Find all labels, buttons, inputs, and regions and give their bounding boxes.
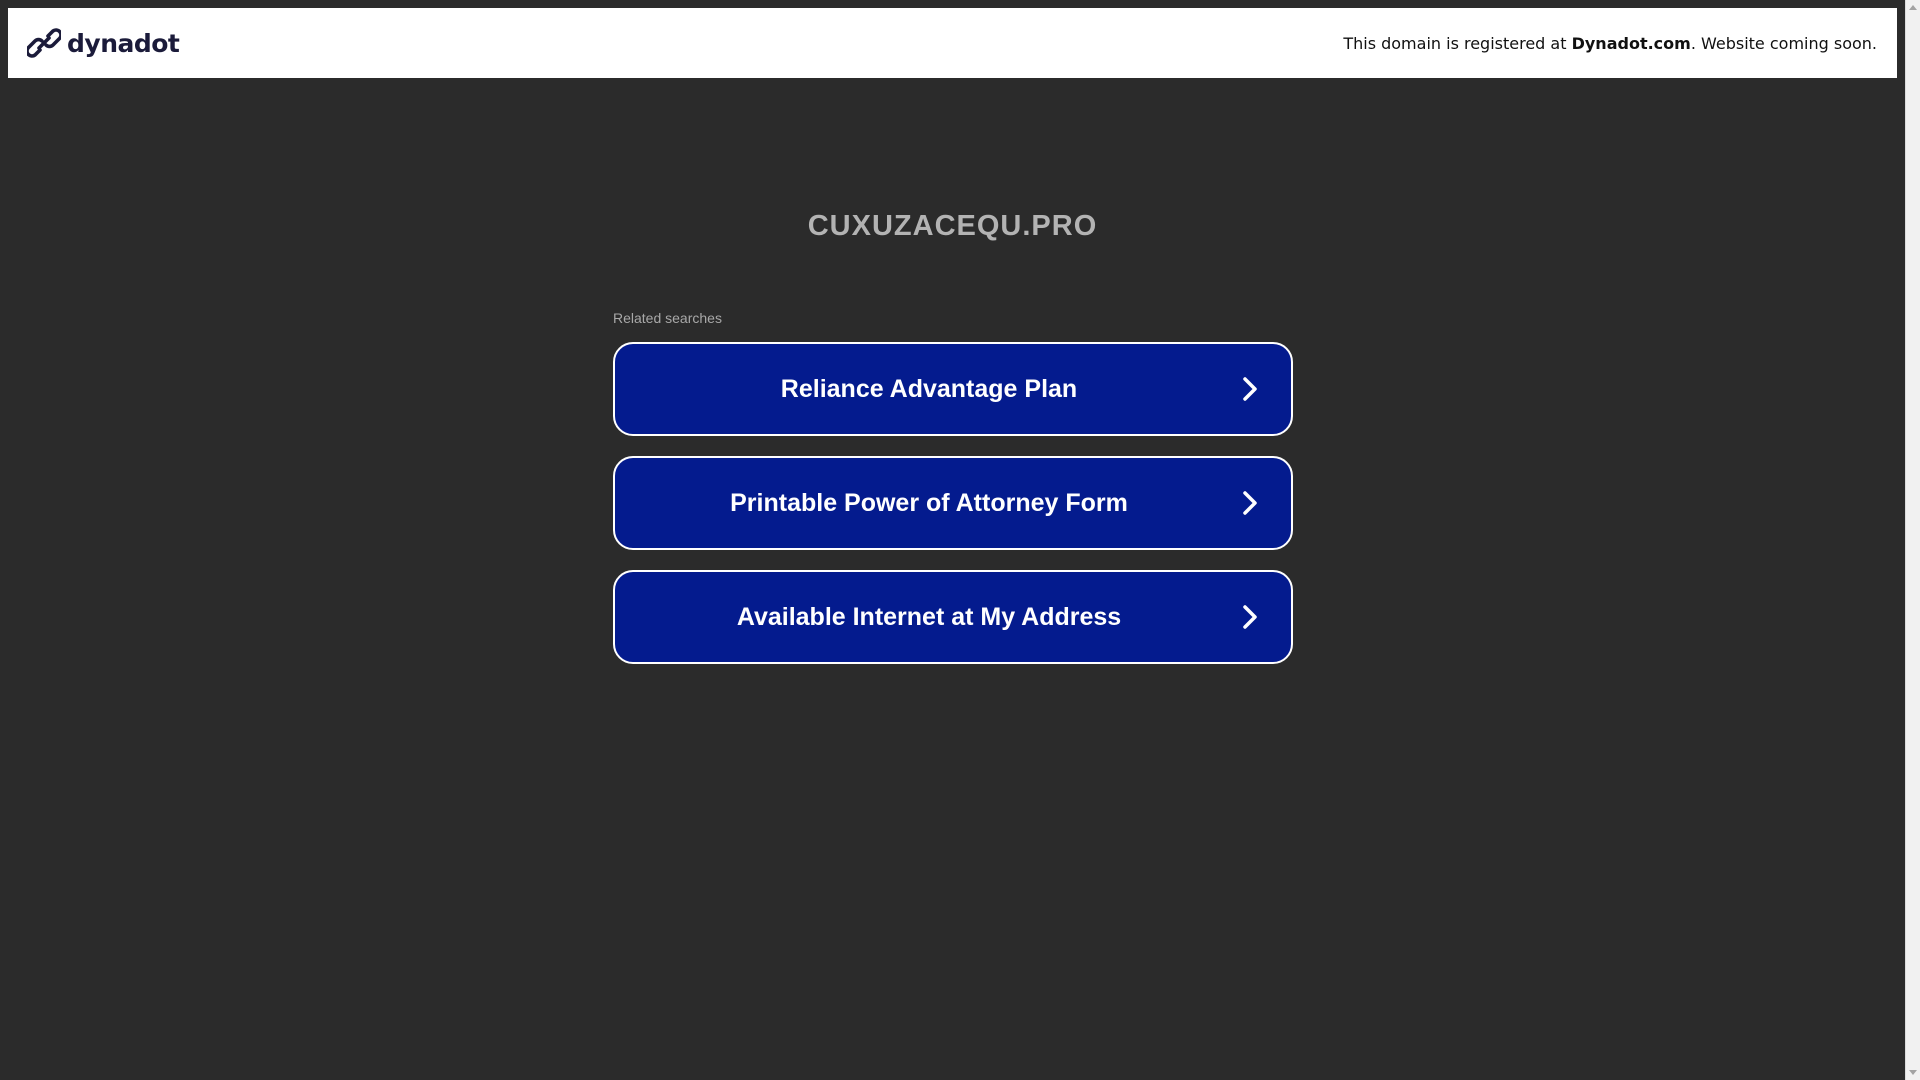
search-link-label: Available Internet at My Address	[736, 602, 1122, 631]
search-link-reliance-advantage-plan[interactable]: Reliance Advantage Plan	[613, 342, 1293, 436]
vertical-scrollbar[interactable]	[1905, 0, 1920, 1080]
related-searches: Related searches Reliance Advantage Plan…	[613, 310, 1293, 684]
chevron-right-icon	[1243, 377, 1257, 401]
scroll-down-arrow-icon[interactable]	[1909, 1070, 1917, 1075]
scroll-up-arrow-icon[interactable]	[1909, 5, 1917, 10]
dynadot-link[interactable]: Dynadot.com	[1572, 34, 1691, 53]
related-searches-label: Related searches	[613, 310, 722, 326]
registration-message: This domain is registered at Dynadot.com…	[1343, 34, 1877, 53]
dynadot-logo-icon	[27, 28, 61, 58]
search-link-printable-power-of-attorney-form[interactable]: Printable Power of Attorney Form	[613, 456, 1293, 550]
search-link-available-internet-at-my-address[interactable]: Available Internet at My Address	[613, 570, 1293, 664]
search-link-label: Printable Power of Attorney Form	[730, 488, 1128, 517]
page: dynadot This domain is registered at Dyn…	[0, 0, 1920, 1080]
chevron-right-icon	[1243, 491, 1257, 515]
logo-wordmark: dynadot	[67, 28, 180, 58]
top-banner: dynadot This domain is registered at Dyn…	[8, 8, 1897, 78]
message-prefix: This domain is registered at	[1343, 33, 1572, 53]
dynadot-logo-link[interactable]: dynadot	[27, 26, 180, 60]
message-suffix: . Website coming soon.	[1690, 33, 1877, 53]
chevron-right-icon	[1243, 605, 1257, 629]
search-link-label: Reliance Advantage Plan	[780, 374, 1078, 403]
domain-title: CUXUZACEQU.PRO	[807, 210, 1098, 242]
